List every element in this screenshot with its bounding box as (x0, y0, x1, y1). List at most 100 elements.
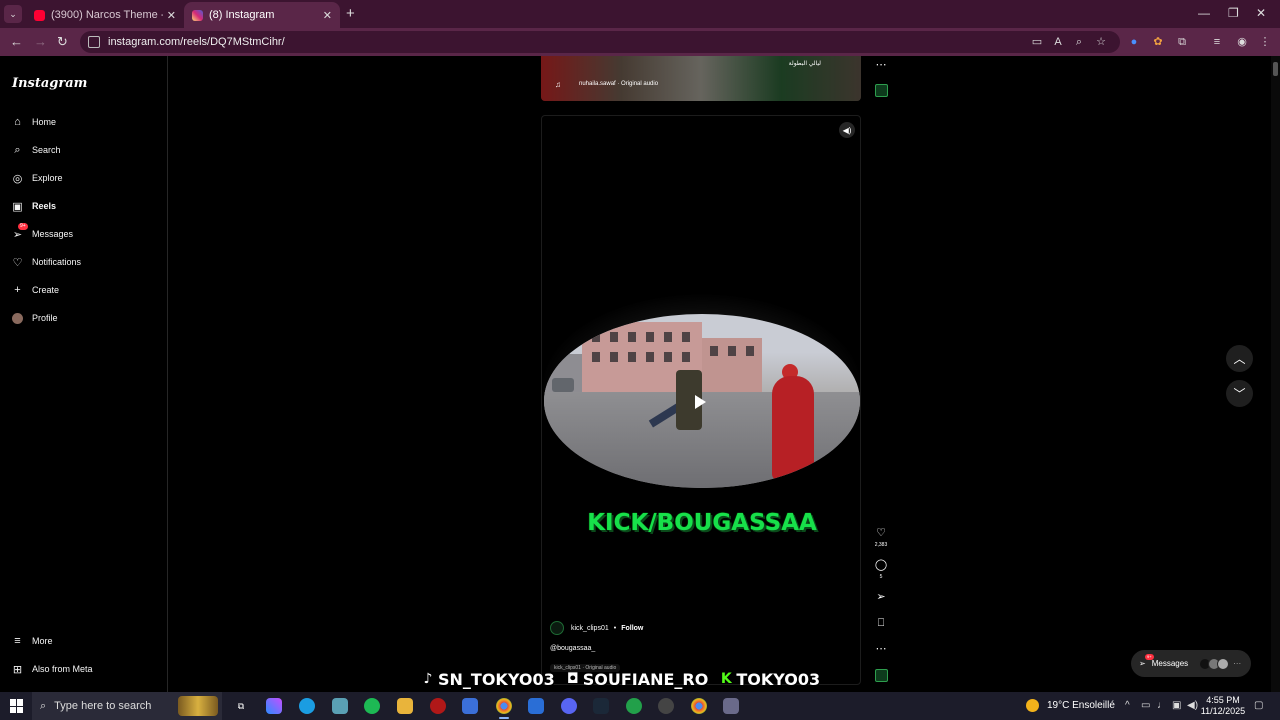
mail-icon[interactable] (528, 698, 544, 714)
minimize-button[interactable]: — (1198, 6, 1210, 20)
like-count[interactable]: 2,383 (866, 542, 896, 548)
extension-icon[interactable]: ● (1127, 35, 1141, 49)
youtube-icon (34, 9, 45, 21)
chrome-icon[interactable] (496, 698, 512, 719)
system-clock[interactable]: 4:55 PM 11/12/2025 (1198, 695, 1248, 717)
page-scrollbar[interactable] (1271, 56, 1280, 692)
new-tab-button[interactable]: + (346, 5, 355, 22)
obs-icon[interactable] (658, 698, 674, 714)
next-reel-button[interactable]: ﹀ (1226, 380, 1253, 407)
sidebar-item-messages[interactable]: ➢ 9+ Messages (11, 222, 74, 244)
forward-button[interactable]: → (34, 34, 47, 49)
notification-center-icon[interactable]: ▢ (1254, 700, 1263, 711)
stream-overlay: ♪ SN_TOKYO03 ◘ SOUFIANE_RO K TOKYO03 (420, 666, 830, 692)
save-bookmark-icon[interactable]: ⎕ (874, 616, 888, 630)
kick-icon: K (720, 671, 732, 687)
extensions-puzzle-icon[interactable]: ⧉ (1175, 35, 1189, 49)
media-control-icon[interactable]: ≡ (1210, 35, 1224, 49)
app-icon[interactable] (332, 698, 348, 714)
instagram-icon: ◘ (566, 671, 579, 687)
search-icon: ⌕ (14, 143, 21, 156)
play-icon[interactable] (695, 395, 706, 409)
chrome-icon[interactable] (691, 698, 707, 714)
sidebar-item-more[interactable]: ≡ More (11, 631, 52, 651)
sidebar-item-home[interactable]: ⌂ Home (11, 112, 56, 132)
browser-menu-icon[interactable]: ⋮ (1258, 35, 1272, 49)
task-view-icon[interactable]: ⧉ (233, 698, 249, 714)
comment-icon[interactable]: ◯ (874, 558, 888, 572)
follow-button[interactable]: Follow (621, 625, 643, 632)
restore-button[interactable]: ❐ (1228, 6, 1239, 20)
more-options-icon[interactable]: ⋯ (874, 642, 888, 656)
app-icon[interactable] (723, 698, 739, 714)
close-window-button[interactable]: ✕ (1256, 6, 1266, 20)
windows-start-icon[interactable] (10, 699, 24, 713)
sidebar-item-explore[interactable]: ◎ Explore (11, 168, 63, 188)
sidebar-item-reels[interactable]: ▣ Reels (11, 196, 56, 216)
clock-date: 11/12/2025 (1200, 706, 1246, 716)
back-button[interactable]: ← (10, 34, 23, 49)
site-info-icon[interactable] (88, 36, 100, 48)
tab-search-dropdown[interactable]: ⌄ (4, 5, 22, 23)
more-icon: ⋯ (1233, 659, 1242, 668)
discord-icon[interactable] (561, 698, 577, 714)
file-explorer-icon[interactable] (397, 698, 413, 714)
messages-floating-button[interactable]: ➢ 9+ Messages ⋯ (1131, 650, 1251, 677)
tray-icon[interactable]: ▭ (1141, 700, 1150, 711)
previous-reel[interactable]: ♫ nuhaila.sawaf · Original audio ليالي ا… (541, 56, 861, 101)
reel-video[interactable]: ◀) KICK/BOUGASSAA kick_clips01 • Follow … (541, 115, 861, 685)
profile-avatar[interactable]: ◉ (1235, 35, 1249, 49)
copilot-icon[interactable] (266, 698, 282, 714)
steam-icon[interactable] (593, 698, 609, 714)
sidebar-item-search[interactable]: ⌕ Search (11, 140, 60, 160)
extension-icon[interactable]: ✿ (1151, 35, 1165, 49)
taskbar-search[interactable]: ⌕ Type here to search (32, 692, 222, 720)
sidebar-item-profile[interactable]: Profile (11, 308, 58, 328)
edge-icon[interactable] (299, 698, 315, 714)
like-heart-icon[interactable]: ♡ (874, 526, 888, 540)
tab-label: (8) Instagram (209, 9, 275, 21)
address-bar[interactable]: instagram.com/reels/DQ7MStmCihr/ (80, 31, 1120, 53)
reel-caption[interactable]: @bougassaa_ (550, 645, 595, 652)
network-icon[interactable]: ▣ (1172, 700, 1181, 711)
more-options-icon[interactable]: ⋯ (874, 58, 888, 72)
overlay-handle: SOUFIANE_RO (582, 669, 709, 689)
zoom-icon[interactable]: ⌕ (1072, 35, 1086, 49)
chevron-up-icon[interactable]: ^ (1125, 700, 1130, 711)
audio-label[interactable]: nuhaila.sawaf · Original audio (579, 81, 658, 87)
audio-thumbnail[interactable] (875, 84, 888, 97)
spotify-icon[interactable] (364, 698, 380, 714)
comment-count: 5 (879, 574, 883, 580)
volume-icon[interactable]: ◀) (1187, 700, 1198, 711)
previous-reel-button[interactable]: ︿ (1226, 345, 1253, 372)
sidebar-item-create[interactable]: + Create (11, 280, 59, 300)
bookmark-star-icon[interactable]: ☆ (1094, 35, 1108, 49)
weather-widget[interactable]: 19°C Ensoleillé (1026, 699, 1115, 712)
avatar (11, 312, 24, 325)
audio-thumbnail[interactable] (875, 669, 888, 682)
store-icon[interactable] (462, 698, 478, 714)
close-icon[interactable]: ✕ (167, 9, 176, 22)
tab-youtube[interactable]: (3900) Narcos Theme - Tuyo (E ✕ (26, 2, 184, 28)
compass-icon: ◎ (12, 172, 23, 185)
instagram-logo[interactable]: Instagram (12, 76, 87, 91)
sidebar-item-notifications[interactable]: ♡ Notifications (11, 252, 81, 272)
app-icon[interactable] (626, 698, 642, 714)
share-icon[interactable]: ➢ (874, 590, 888, 604)
volume-icon[interactable]: ◀) (839, 122, 855, 138)
search-placeholder: Type here to search (54, 700, 152, 712)
sidebar-item-label: Messages (32, 229, 74, 239)
install-app-icon[interactable]: ▭ (1030, 35, 1044, 49)
messenger-icon: ➢ (1139, 659, 1146, 668)
plus-icon: + (14, 284, 21, 296)
translate-icon[interactable]: A (1051, 35, 1065, 49)
username-link[interactable]: kick_clips01 (571, 625, 609, 632)
tab-instagram[interactable]: (8) Instagram ✕ (184, 2, 340, 28)
avatar[interactable] (550, 621, 564, 635)
close-icon[interactable]: ✕ (323, 9, 332, 22)
reload-button[interactable]: ↻ (57, 34, 68, 50)
sidebar-item-also-from-meta[interactable]: ⊞ Also from Meta (11, 659, 93, 679)
app-icon[interactable] (430, 698, 446, 714)
browser-tab-bar: ⌄ (3900) Narcos Theme - Tuyo (E ✕ (8) In… (0, 0, 1280, 28)
microphone-icon[interactable]: ♩ (1157, 700, 1167, 711)
